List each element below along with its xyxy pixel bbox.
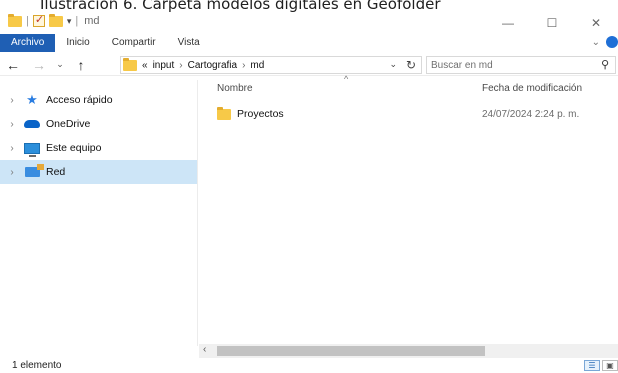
folder-icon — [8, 13, 22, 27]
file-modified-date: 24/07/2024 2:24 p. m. — [482, 108, 580, 120]
tab-vista[interactable]: Vista — [167, 34, 211, 52]
title-bar: | ▾ | md — ☐ ✕ — [0, 12, 618, 34]
scroll-left-arrow-icon[interactable]: ‹ — [203, 344, 206, 355]
breadcrumb-md[interactable]: md — [250, 60, 264, 71]
expand-chevron-icon[interactable]: › — [0, 119, 24, 130]
recent-locations-chevron-down-icon[interactable]: ⌄ — [52, 59, 68, 70]
expand-chevron-icon[interactable]: › — [0, 95, 24, 106]
address-history-chevron-down-icon[interactable]: ⌄ — [389, 59, 397, 70]
file-list: Nombre ^ Fecha de modificación Proyectos… — [199, 74, 618, 344]
help-icon[interactable] — [606, 36, 618, 48]
window-title: md — [84, 15, 100, 27]
network-icon — [24, 164, 44, 179]
close-button[interactable]: ✕ — [574, 12, 618, 34]
details-view-icon[interactable]: ☰ — [584, 360, 600, 371]
toolbar-separator: | — [26, 15, 29, 27]
ribbon-right-controls: ⌄ — [592, 36, 618, 48]
item-count: 1 elemento — [12, 360, 62, 371]
refresh-icon[interactable]: ↻ — [406, 58, 416, 72]
maximize-button[interactable]: ☐ — [530, 12, 574, 34]
column-header-name[interactable]: Nombre — [217, 83, 253, 94]
properties-icon[interactable] — [32, 13, 45, 27]
breadcrumb-cartografia[interactable]: Cartografia — [188, 60, 237, 71]
sidebar-item-red[interactable]: › Red — [0, 160, 197, 184]
minimize-button[interactable]: — — [486, 12, 530, 34]
sidebar-item-onedrive[interactable]: › OneDrive — [0, 112, 197, 136]
sidebar-item-este-equipo[interactable]: › Este equipo — [0, 136, 197, 160]
customize-toolbar-chevron-down-icon[interactable]: ▾ — [67, 16, 72, 27]
onedrive-cloud-icon — [24, 117, 40, 131]
status-bar: 1 elemento ☰ ▣ — [0, 358, 618, 373]
sort-ascending-icon: ^ — [344, 74, 349, 84]
tab-archivo[interactable]: Archivo — [0, 34, 56, 52]
breadcrumb-separator[interactable]: › — [179, 60, 182, 71]
breadcrumb-input[interactable]: input — [153, 60, 175, 71]
folder-icon — [123, 57, 137, 71]
sidebar-item-label: OneDrive — [46, 118, 91, 130]
back-arrow-icon[interactable]: ← — [0, 57, 26, 73]
column-header-date[interactable]: Fecha de modificación — [482, 83, 582, 94]
breadcrumb-overflow[interactable]: « — [142, 60, 148, 71]
tab-compartir[interactable]: Compartir — [101, 34, 167, 52]
scrollbar-thumb[interactable] — [217, 346, 485, 356]
navigation-bar: ← → ⌄ ↑ « input › Cartografia › md ⌄ ↻ B… — [0, 54, 618, 76]
quick-access-star-icon: ★ — [26, 92, 38, 107]
breadcrumb-separator[interactable]: › — [242, 60, 245, 71]
sidebar-item-label: Red — [46, 166, 66, 178]
large-icons-view-icon[interactable]: ▣ — [602, 360, 618, 371]
expand-ribbon-chevron-down-icon[interactable]: ⌄ — [592, 37, 600, 48]
file-name: Proyectos — [237, 108, 284, 120]
tab-inicio[interactable]: Inicio — [55, 34, 100, 52]
sidebar-item-label: Este equipo — [46, 142, 102, 154]
horizontal-scrollbar[interactable]: ‹ — [199, 344, 618, 358]
this-pc-icon — [24, 141, 40, 157]
quick-access-toolbar: | ▾ | md — [8, 13, 100, 27]
expand-chevron-icon[interactable]: › — [0, 143, 24, 154]
navigation-pane: › ★ Acceso rápido › OneDrive › Este equi… — [0, 80, 198, 346]
new-folder-icon[interactable] — [48, 13, 63, 27]
toolbar-separator: | — [75, 15, 79, 27]
window-controls: — ☐ ✕ — [486, 12, 618, 34]
ribbon-tabs: Archivo Inicio Compartir Vista ⌄ — [0, 34, 618, 52]
sidebar-item-label: Acceso rápido — [46, 94, 113, 106]
search-input[interactable]: Buscar en md ⚲ — [426, 56, 616, 74]
search-icon[interactable]: ⚲ — [601, 58, 609, 71]
sidebar-item-acceso-rapido[interactable]: › ★ Acceso rápido — [0, 88, 197, 112]
search-placeholder: Buscar en md — [431, 59, 493, 71]
forward-arrow-icon[interactable]: → — [26, 57, 52, 73]
expand-chevron-icon[interactable]: › — [0, 167, 24, 178]
view-switcher: ☰ ▣ — [584, 360, 618, 371]
folder-icon — [217, 106, 231, 120]
up-arrow-icon[interactable]: ↑ — [68, 57, 94, 73]
address-bar[interactable]: « input › Cartografia › md ⌄ ↻ — [120, 56, 422, 74]
list-item[interactable]: Proyectos 24/07/2024 2:24 p. m. — [217, 105, 617, 123]
